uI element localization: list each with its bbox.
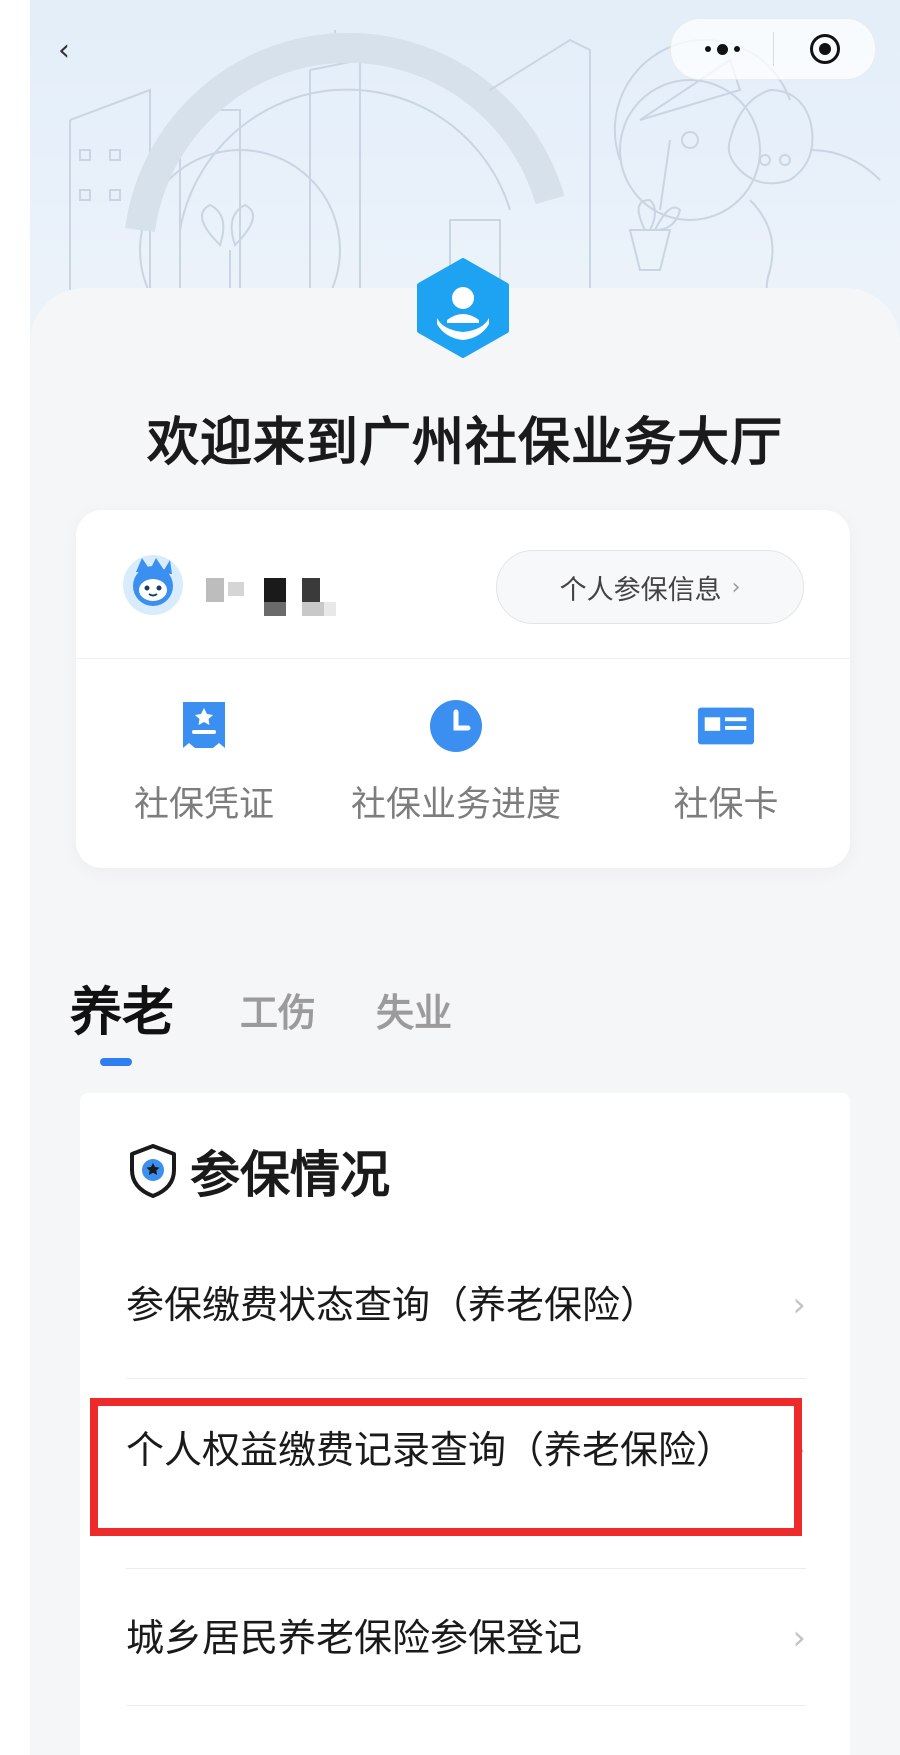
clock-icon: [430, 700, 482, 752]
personal-insurance-info-button[interactable]: 个人参保信息 ›: [496, 550, 804, 624]
section-title: 参保情况: [190, 1146, 390, 1204]
section-header: 参保情况: [126, 1135, 390, 1207]
mini-program-capsule: [670, 18, 876, 80]
chevron-right-icon: ›: [792, 1618, 806, 1658]
back-button[interactable]: ‹: [44, 30, 84, 70]
list-item-label: 个人权益缴费记录查询（养老保险）: [126, 1428, 735, 1472]
chevron-right-icon: ›: [731, 574, 741, 600]
avatar: [123, 555, 183, 615]
quick-action-progress[interactable]: 社保业务进度: [330, 696, 582, 846]
more-button[interactable]: [671, 19, 773, 79]
row-divider: [126, 1705, 806, 1706]
list-item-payment-records[interactable]: 个人权益缴费记录查询（养老保险） ›: [126, 1423, 806, 1477]
close-button[interactable]: [774, 19, 875, 79]
quick-action-certificate[interactable]: 社保凭证: [110, 696, 298, 846]
row-divider: [126, 1568, 806, 1569]
social-security-logo-icon: [417, 258, 509, 358]
certificate-icon: [183, 702, 225, 748]
insurance-status-section: 参保情况 参保缴费状态查询（养老保险） › 个人权益缴费记录查询（养老保险） ›…: [80, 1093, 850, 1755]
quick-action-card[interactable]: 社保卡: [636, 696, 816, 846]
target-circle-icon: [809, 34, 840, 64]
chevron-left-icon: ‹: [58, 32, 70, 68]
quick-action-label: 社保卡: [673, 785, 779, 825]
id-card-icon: [697, 707, 755, 745]
quick-action-label: 社保业务进度: [350, 785, 561, 825]
tab-unemployment[interactable]: 失业: [376, 982, 452, 1037]
quick-action-label: 社保凭证: [133, 785, 274, 825]
list-item-label: 城乡居民养老保险参保登记: [126, 1616, 583, 1660]
phone-screen: ‹ 欢迎来到广州社保业务大厅 个人参保信息 › 社保凭证 社保业务进度 社保卡 …: [30, 0, 900, 1755]
tab-pension[interactable]: 养老: [70, 970, 174, 1045]
tab-work-injury[interactable]: 工伤: [240, 982, 316, 1037]
shield-star-icon: [130, 1144, 176, 1198]
chevron-right-icon: ›: [792, 1430, 806, 1470]
more-dots-icon: [704, 43, 740, 55]
page-title: 欢迎来到广州社保业务大厅: [146, 413, 783, 473]
user-info-card: 个人参保信息 › 社保凭证 社保业务进度 社保卡: [76, 510, 850, 868]
personal-insurance-info-label: 个人参保信息: [559, 574, 722, 606]
active-tab-indicator: [100, 1058, 132, 1066]
card-divider: [76, 658, 850, 659]
list-item-resident-registration[interactable]: 城乡居民养老保险参保登记 ›: [126, 1611, 806, 1665]
list-item-label: 参保缴费状态查询（养老保险）: [126, 1283, 659, 1327]
chevron-right-icon: ›: [792, 1285, 806, 1325]
list-item-payment-status[interactable]: 参保缴费状态查询（养老保险） ›: [126, 1278, 806, 1332]
row-divider: [126, 1378, 806, 1379]
